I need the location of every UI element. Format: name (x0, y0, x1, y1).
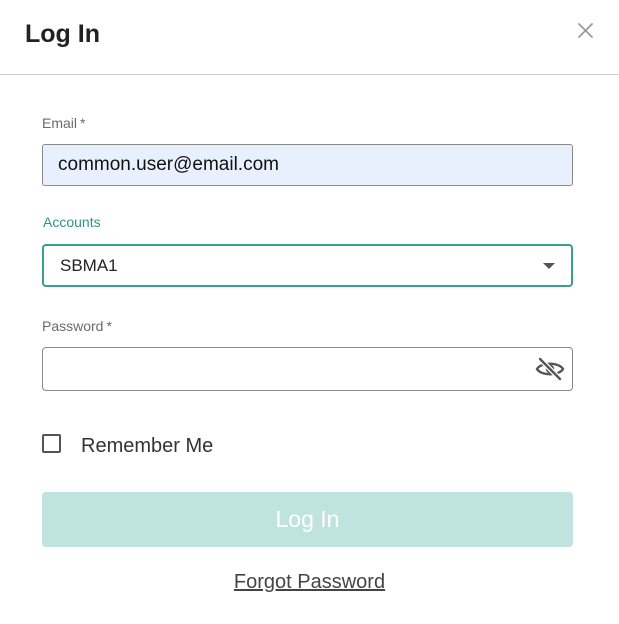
email-required-marker: * (80, 115, 86, 131)
email-field[interactable] (42, 144, 573, 186)
eye-slash-icon (535, 356, 565, 382)
login-dialog: Log In Email* Accounts SBMA1 Password* R… (0, 0, 619, 624)
accounts-select[interactable]: SBMA1 (42, 244, 573, 287)
email-label-text: Email (42, 115, 78, 131)
forgot-password-text[interactable]: Forgot Password (234, 571, 385, 593)
password-label-text: Password (42, 318, 104, 334)
email-label: Email * (42, 115, 85, 131)
password-visibility-toggle[interactable] (535, 356, 565, 382)
password-label: Password * (42, 318, 112, 334)
accounts-label: Accounts (43, 214, 101, 230)
password-required-marker: * (106, 318, 112, 334)
dialog-title: Log In (25, 20, 100, 48)
chevron-down-icon (543, 263, 555, 269)
password-field[interactable] (42, 347, 573, 391)
login-button[interactable]: Log In (42, 492, 573, 547)
forgot-password-link[interactable]: Forgot Password (0, 570, 619, 594)
accounts-selected-value: SBMA1 (60, 256, 118, 275)
remember-me-label[interactable]: Remember Me (81, 434, 213, 458)
remember-me-checkbox[interactable] (42, 434, 61, 453)
close-icon (578, 23, 593, 38)
dialog-header: Log In (0, 0, 619, 75)
close-button[interactable] (574, 19, 598, 43)
